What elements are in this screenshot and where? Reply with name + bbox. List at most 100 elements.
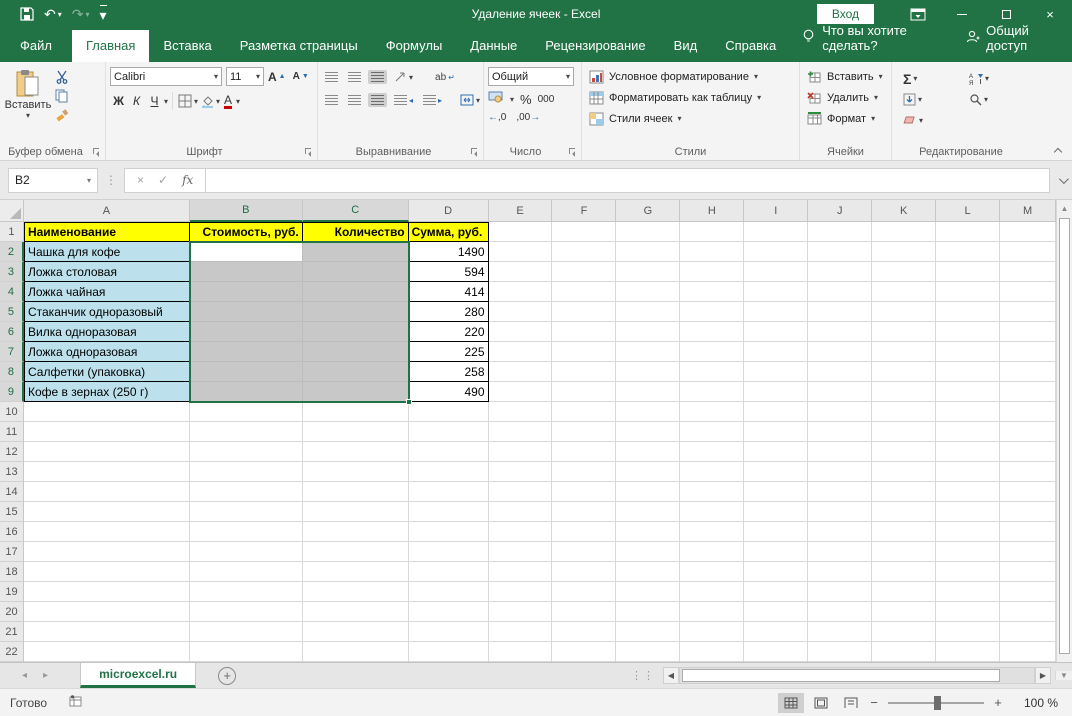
cell-E8[interactable] [488, 362, 553, 382]
tab-data[interactable]: Данные [456, 30, 531, 62]
vertical-scrollbar[interactable]: ▲ [1056, 200, 1072, 662]
column-header-C[interactable]: C [302, 200, 409, 222]
format-cells-dropdown-icon[interactable]: ▾ [871, 114, 875, 123]
cell-H9[interactable] [680, 382, 745, 402]
cell-C16[interactable] [302, 522, 409, 542]
cell-C13[interactable] [302, 462, 409, 482]
cell-A19[interactable] [23, 582, 190, 602]
cell-J4[interactable] [808, 282, 873, 302]
cell-M11[interactable] [1000, 422, 1056, 442]
normal-view-button[interactable] [778, 692, 804, 713]
cell-K20[interactable] [872, 602, 937, 622]
sheet-nav-next-icon[interactable]: ▸ [43, 670, 48, 681]
row-header-19[interactable]: 19 [0, 582, 24, 602]
cell-F6[interactable] [552, 322, 617, 342]
merge-center-dropdown-icon[interactable]: ▾ [476, 96, 480, 105]
font-color-dropdown-icon[interactable]: ▾ [236, 97, 240, 106]
cell-M9[interactable] [1000, 382, 1056, 402]
cell-D15[interactable] [408, 502, 489, 522]
fill-button[interactable]: ▾ [900, 91, 958, 108]
cell-H17[interactable] [680, 542, 745, 562]
cell-F18[interactable] [552, 562, 617, 582]
clear-button[interactable]: ▾ [900, 113, 958, 128]
select-all-corner[interactable] [0, 200, 24, 222]
cell-C20[interactable] [302, 602, 409, 622]
cell-H21[interactable] [680, 622, 745, 642]
format-cells-button[interactable]: Формат ▾ [804, 108, 887, 129]
cell-K17[interactable] [872, 542, 937, 562]
cell-H5[interactable] [680, 302, 745, 322]
cell-A4[interactable]: Ложка чайная [23, 282, 190, 302]
column-header-M[interactable]: M [1000, 200, 1056, 222]
cell-E1[interactable] [488, 222, 553, 242]
column-header-F[interactable]: F [552, 200, 617, 222]
cell-K16[interactable] [872, 522, 937, 542]
cell-F5[interactable] [552, 302, 617, 322]
row-header-18[interactable]: 18 [0, 562, 24, 582]
cell-K13[interactable] [872, 462, 937, 482]
fill-dropdown-icon[interactable]: ▾ [918, 95, 922, 104]
formula-input[interactable] [206, 167, 1050, 193]
row-header-10[interactable]: 10 [0, 402, 24, 422]
cell-D11[interactable] [408, 422, 489, 442]
orientation-button[interactable]: ▾ [391, 69, 416, 85]
borders-dropdown-icon[interactable]: ▾ [194, 97, 198, 106]
cell-D2[interactable]: 1490 [408, 242, 489, 262]
cell-F9[interactable] [552, 382, 617, 402]
cell-B5[interactable] [189, 302, 303, 322]
cell-J7[interactable] [808, 342, 873, 362]
vertical-scrollbar-thumb[interactable] [1059, 218, 1070, 654]
tab-insert[interactable]: Вставка [149, 30, 225, 62]
cell-M18[interactable] [1000, 562, 1056, 582]
cell-B6[interactable] [189, 322, 303, 342]
cell-F19[interactable] [552, 582, 617, 602]
cell-M19[interactable] [1000, 582, 1056, 602]
cell-B20[interactable] [189, 602, 303, 622]
cell-L7[interactable] [936, 342, 1001, 362]
cell-C18[interactable] [302, 562, 409, 582]
accounting-dropdown-icon[interactable]: ▾ [510, 95, 514, 104]
number-format-combo[interactable]: Общий ▾ [488, 67, 574, 86]
cell-L11[interactable] [936, 422, 1000, 442]
cell-A11[interactable] [23, 422, 190, 442]
cell-L19[interactable] [936, 582, 1000, 602]
cell-D4[interactable]: 414 [408, 282, 489, 302]
row-header-17[interactable]: 17 [0, 542, 24, 562]
delete-cells-button[interactable]: Удалить ▾ [804, 87, 887, 108]
cell-G6[interactable] [616, 322, 681, 342]
row-header-4[interactable]: 4 [0, 282, 24, 302]
cell-G22[interactable] [616, 642, 681, 662]
cell-L20[interactable] [936, 602, 1000, 622]
cell-L14[interactable] [936, 482, 1000, 502]
cell-D6[interactable]: 220 [408, 322, 489, 342]
cell-G3[interactable] [616, 262, 681, 282]
row-header-8[interactable]: 8 [0, 362, 24, 382]
cell-K11[interactable] [872, 422, 937, 442]
cell-E3[interactable] [488, 262, 553, 282]
cell-I19[interactable] [744, 582, 809, 602]
cell-A18[interactable] [23, 562, 190, 582]
cell-B11[interactable] [189, 422, 303, 442]
tab-help[interactable]: Справка [711, 30, 790, 62]
cell-M17[interactable] [1000, 542, 1056, 562]
cell-I11[interactable] [744, 422, 809, 442]
cell-B10[interactable] [189, 402, 303, 422]
row-header-2[interactable]: 2 [0, 242, 24, 262]
cell-M16[interactable] [1000, 522, 1056, 542]
cell-M21[interactable] [1000, 622, 1056, 642]
cell-J15[interactable] [808, 502, 873, 522]
cell-H1[interactable] [680, 222, 745, 242]
cell-J6[interactable] [808, 322, 873, 342]
underline-button[interactable]: Ч [146, 94, 163, 108]
cell-I1[interactable] [744, 222, 809, 242]
cell-styles-button[interactable]: Стили ячеек ▾ [586, 108, 795, 129]
cell-J11[interactable] [808, 422, 873, 442]
cell-L9[interactable] [936, 382, 1001, 402]
cell-J12[interactable] [808, 442, 873, 462]
cell-L10[interactable] [936, 402, 1000, 422]
cell-E22[interactable] [488, 642, 553, 662]
cell-G16[interactable] [616, 522, 681, 542]
cell-B1[interactable]: Стоимость, руб. [189, 222, 303, 242]
cell-I14[interactable] [744, 482, 809, 502]
cell-G13[interactable] [616, 462, 681, 482]
